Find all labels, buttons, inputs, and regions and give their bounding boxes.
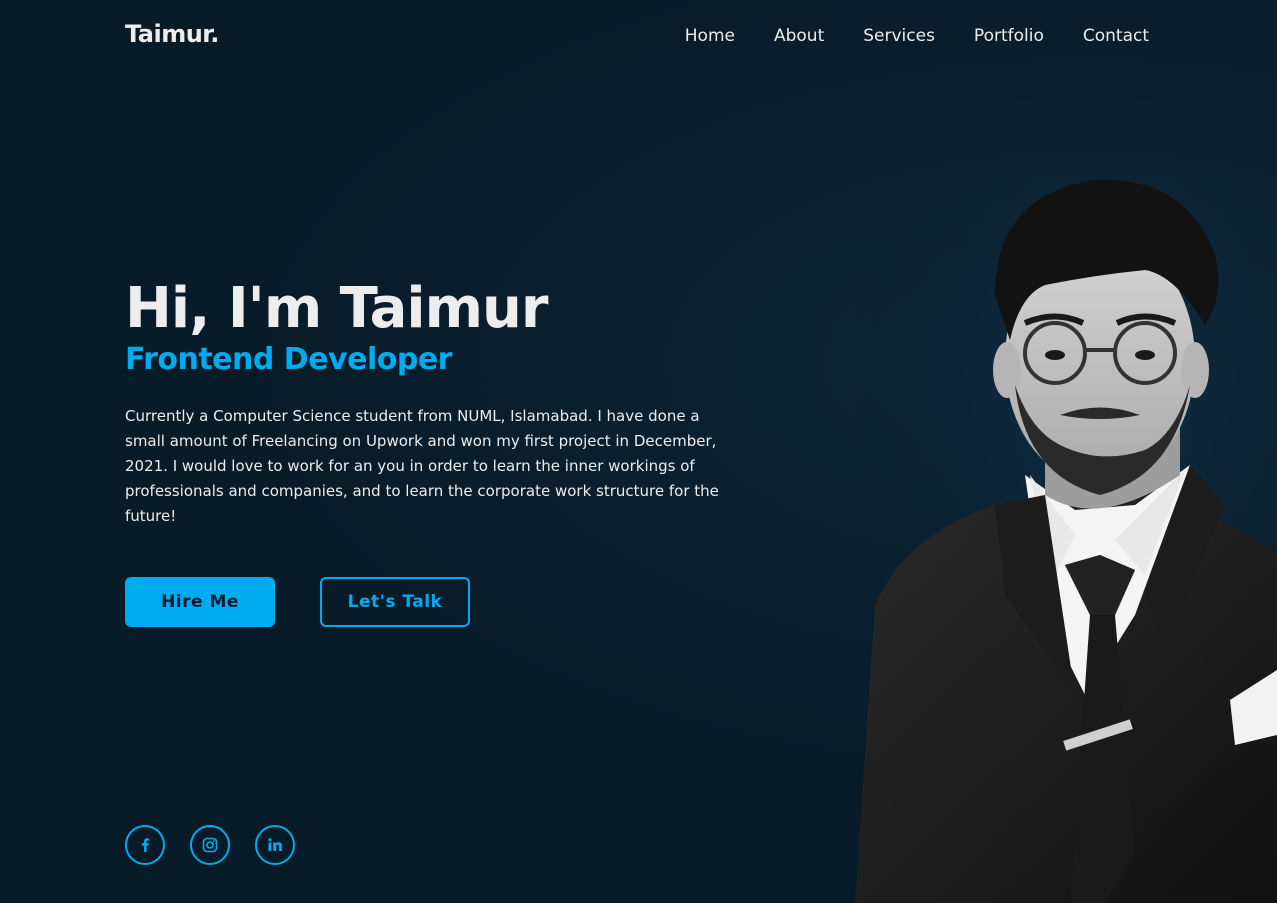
hero-section: Hi, I'm Taimur Frontend Developer Curren… (125, 278, 745, 544)
instagram-icon[interactable] (190, 825, 230, 865)
social-links (125, 825, 320, 865)
facebook-icon[interactable] (125, 825, 165, 865)
hero-description: Currently a Computer Science student fro… (125, 407, 719, 525)
nav-portfolio[interactable]: Portfolio (974, 26, 1044, 46)
hero-title: Hi, I'm Taimur (125, 276, 548, 341)
hero-subtitle: Frontend Developer (125, 342, 452, 377)
nav-home[interactable]: Home (685, 26, 735, 46)
site-header: Taimur. Home About Services Portfolio Co… (0, 0, 1277, 75)
logo[interactable]: Taimur. (125, 20, 219, 48)
main-nav: Home About Services Portfolio Contact (646, 26, 1149, 46)
nav-about[interactable]: About (774, 26, 824, 46)
nav-services[interactable]: Services (863, 26, 935, 46)
nav-contact[interactable]: Contact (1083, 26, 1149, 46)
linkedin-icon[interactable] (255, 825, 295, 865)
portrait-image (845, 175, 1277, 903)
hero-buttons: Hire Me Let's Talk (125, 577, 470, 627)
lets-talk-button[interactable]: Let's Talk (320, 577, 470, 627)
hire-me-button[interactable]: Hire Me (125, 577, 275, 627)
